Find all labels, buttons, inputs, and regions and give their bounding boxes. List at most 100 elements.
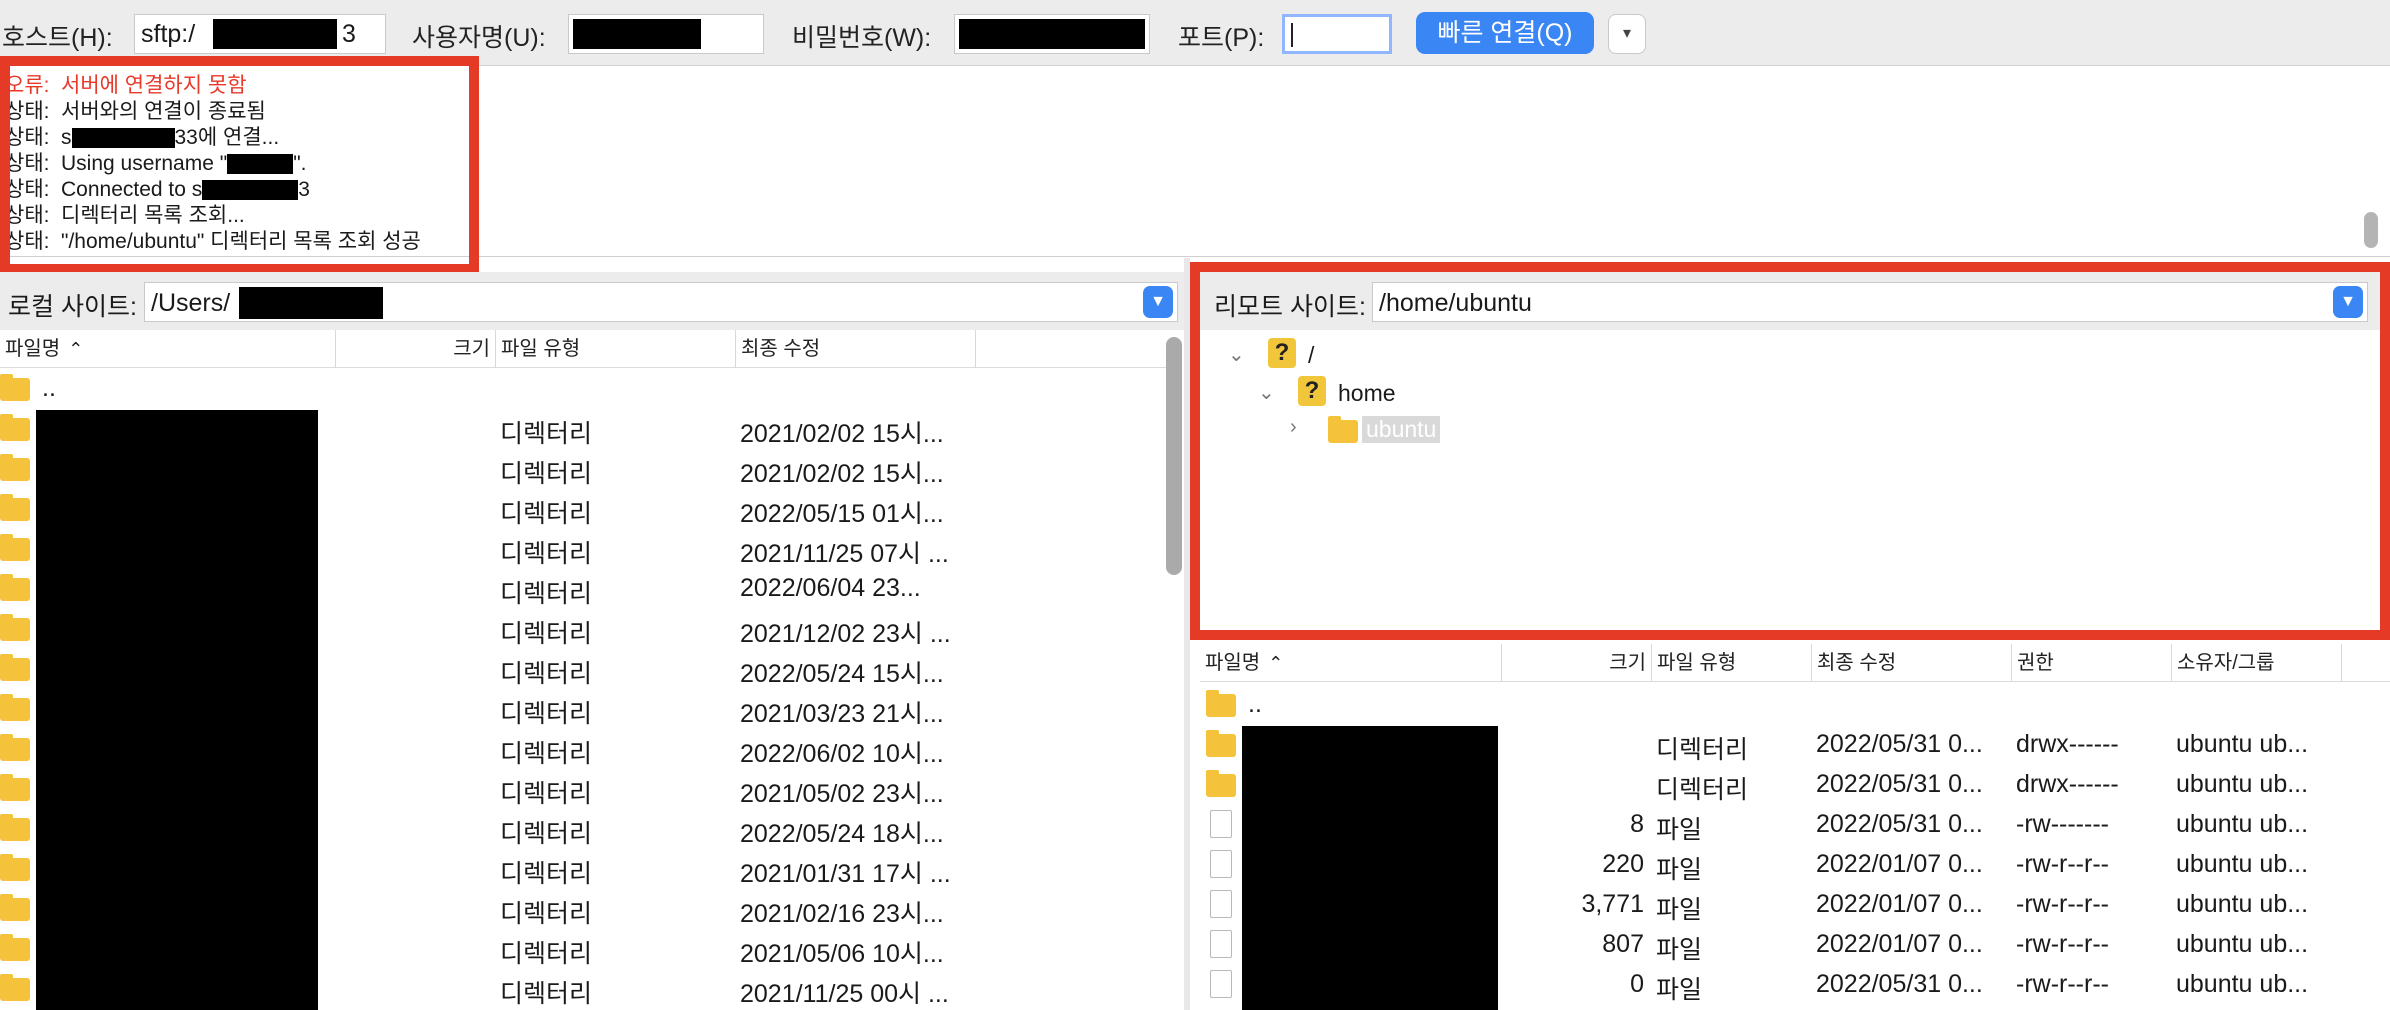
- cell-permissions: -rw-------: [2016, 810, 2109, 838]
- folder-icon: [0, 934, 30, 961]
- log-scrollbar-thumb[interactable]: [2364, 212, 2378, 248]
- col-header-modified[interactable]: 최종 수정: [1812, 644, 2012, 682]
- file-icon: [1210, 930, 1232, 958]
- redacted-block: [239, 287, 383, 319]
- cell-modified: 2022/01/07 0...: [1816, 930, 1983, 958]
- cell-size: 8: [1630, 810, 1644, 838]
- redacted-block: [1242, 726, 1498, 1010]
- cell-type: 파일: [1656, 856, 1703, 884]
- chevron-right-icon[interactable]: ›: [1290, 416, 1297, 439]
- cell-modified: 2021/03/23 21시...: [740, 700, 944, 728]
- quickconnect-bar: 호스트(H): sftp:/ 3 사용자명(U): 비밀번호(W): 포트(P)…: [0, 0, 2390, 66]
- cell-type: 디렉터리: [500, 420, 593, 448]
- cell-type: 디렉터리: [500, 940, 593, 968]
- chevron-down-icon[interactable]: ⌄: [1258, 380, 1275, 405]
- cell-type: 디렉터리: [500, 700, 593, 728]
- chevron-down-icon[interactable]: ⌄: [1228, 342, 1245, 367]
- cell-type: 디렉터리: [500, 500, 593, 528]
- remote-directory-tree[interactable]: ⌄ ? / ⌄ ? home › ubuntu: [1190, 330, 2390, 630]
- cell-type: 파일: [1656, 896, 1703, 924]
- local-scrollbar-thumb[interactable]: [1166, 337, 1182, 575]
- cell-owner: ubuntu ub...: [2176, 850, 2309, 878]
- cell-modified: 2021/05/02 23시...: [740, 780, 944, 808]
- folder-icon: [1206, 730, 1236, 757]
- col-header-type[interactable]: 파일 유형: [496, 330, 736, 368]
- cell-modified: 2022/01/07 0...: [1816, 850, 1983, 878]
- host-value-end: 3: [342, 20, 356, 48]
- cell-size: 3,771: [1581, 890, 1644, 918]
- cell-type: 디렉터리: [500, 860, 593, 888]
- tree-item-root[interactable]: /: [1308, 342, 1314, 369]
- cell-permissions: -rw-r--r--: [2016, 850, 2109, 878]
- password-input[interactable]: [954, 14, 1150, 54]
- host-input[interactable]: sftp:/ 3: [134, 14, 386, 54]
- cell-type: 디렉터리: [500, 900, 593, 928]
- redacted-block: [213, 19, 337, 49]
- cell-modified: 2022/01/07 0...: [1816, 890, 1983, 918]
- username-input[interactable]: [568, 14, 764, 54]
- list-item-parent-dir[interactable]: ..: [0, 368, 1160, 408]
- quickconnect-history-dropdown[interactable]: ▾: [1608, 14, 1646, 54]
- folder-icon: [0, 414, 30, 441]
- remote-site-bar: 리모트 사이트: /home/ubuntu ▼: [1190, 272, 2390, 330]
- col-header-name[interactable]: 파일명 ⌃: [0, 330, 336, 368]
- folder-icon: [0, 374, 30, 401]
- port-label: 포트(P):: [1178, 24, 1265, 52]
- tree-item-home[interactable]: home: [1338, 380, 1396, 407]
- cell-type: 디렉터리: [1656, 776, 1749, 804]
- port-input[interactable]: [1282, 14, 1392, 54]
- remote-path-text: /home/ubuntu: [1379, 289, 1532, 317]
- local-site-bar: 로컬 사이트: /Users/ ▼: [0, 272, 1184, 330]
- cell-modified: 2021/12/02 23시 ...: [740, 620, 951, 648]
- cell-modified: 2021/02/02 15시...: [740, 420, 944, 448]
- folder-icon: [0, 454, 30, 481]
- cell-type: 디렉터리: [500, 580, 593, 608]
- folder-icon: [0, 854, 30, 881]
- folder-icon: [0, 734, 30, 761]
- host-value-start: sftp:/: [141, 20, 196, 48]
- cell-owner: ubuntu ub...: [2176, 730, 2309, 758]
- col-header-permissions[interactable]: 권한: [2012, 644, 2172, 682]
- cell-modified: 2022/05/31 0...: [1816, 810, 1983, 838]
- file-icon: [1210, 970, 1232, 998]
- col-header-size[interactable]: 크기: [336, 330, 496, 368]
- col-header-modified[interactable]: 최종 수정: [736, 330, 976, 368]
- cell-type: 파일: [1656, 936, 1703, 964]
- folder-icon: [0, 614, 30, 641]
- cell-modified: 2022/05/31 0...: [1816, 970, 1983, 998]
- local-site-label: 로컬 사이트:: [8, 293, 137, 321]
- remote-path-combobox[interactable]: /home/ubuntu ▼: [1372, 282, 2368, 322]
- cell-permissions: -rw-r--r--: [2016, 970, 2109, 998]
- folder-icon: [0, 694, 30, 721]
- col-header-size[interactable]: 크기: [1502, 644, 1652, 682]
- local-list-header: 파일명 ⌃ 크기 파일 유형 최종 수정: [0, 330, 1166, 368]
- tree-item-ubuntu[interactable]: ubuntu: [1362, 416, 1441, 443]
- folder-icon: [0, 534, 30, 561]
- cell-permissions: -rw-r--r--: [2016, 930, 2109, 958]
- redacted-block: [202, 180, 299, 201]
- chevron-down-icon[interactable]: ▼: [1143, 286, 1173, 318]
- folder-icon: [0, 974, 30, 1001]
- cell-modified: 2021/11/25 00시 ...: [740, 980, 949, 1008]
- list-item-parent-dir[interactable]: ..: [1200, 684, 2380, 724]
- col-header-type[interactable]: 파일 유형: [1652, 644, 1812, 682]
- cell-modified: 2021/02/16 23시...: [740, 900, 944, 928]
- chevron-down-icon[interactable]: ▼: [2333, 286, 2363, 318]
- folder-icon: [1328, 416, 1358, 443]
- cell-type: 디렉터리: [500, 780, 593, 808]
- message-log[interactable]: 오류: 서버에 연결하지 못함 상태: 서버와의 연결이 종료됨 상태: s 33에 연…: [0, 67, 2390, 257]
- folder-icon: [0, 774, 30, 801]
- local-path-text: /Users/: [151, 289, 231, 317]
- redacted-block: [71, 128, 175, 149]
- local-path-combobox[interactable]: /Users/ ▼: [144, 282, 1178, 322]
- quickconnect-button[interactable]: 빠른 연결(Q): [1416, 12, 1594, 54]
- remote-site-label: 리모트 사이트:: [1214, 293, 1366, 321]
- sort-ascending-icon: ⌃: [68, 339, 84, 359]
- cell-modified: 2022/05/31 0...: [1816, 730, 1983, 758]
- folder-icon: [0, 654, 30, 681]
- remote-list-header: 파일명 ⌃ 크기 파일 유형 최종 수정 권한 소유자/그룹: [1200, 644, 2390, 682]
- cell-owner: ubuntu ub...: [2176, 810, 2309, 838]
- col-header-name[interactable]: 파일명 ⌃: [1200, 644, 1502, 682]
- cell-permissions: -rw-r--r--: [2016, 890, 2109, 918]
- col-header-owner[interactable]: 소유자/그룹: [2172, 644, 2342, 682]
